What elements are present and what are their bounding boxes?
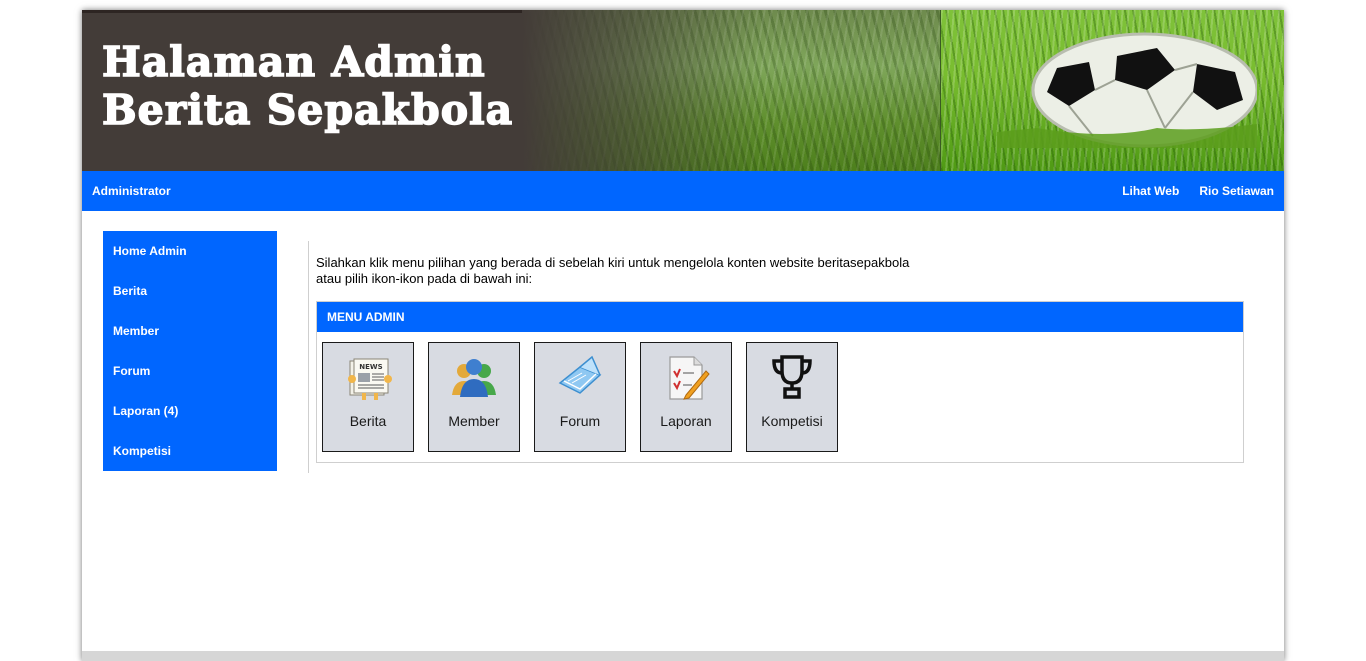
tile-label: Laporan	[660, 413, 712, 429]
sidebar-item-kompetisi[interactable]: Kompetisi	[103, 431, 277, 471]
panel-title: MENU ADMIN	[317, 302, 1243, 332]
soccer-ball-image	[997, 32, 1257, 148]
tile-label: Kompetisi	[761, 413, 823, 429]
sidebar-item-member[interactable]: Member	[103, 311, 277, 351]
main-content: Silahkan klik menu pilihan yang berada d…	[308, 241, 1249, 473]
tile-label: Member	[448, 413, 500, 429]
site-title-line1: Halaman Admin	[101, 37, 486, 87]
trophy-icon	[772, 355, 812, 399]
intro-line-1: Silahkan klik menu pilihan yang berada d…	[316, 255, 910, 270]
tile-member[interactable]: Member	[428, 342, 520, 452]
sidebar-item-berita[interactable]: Berita	[103, 271, 277, 311]
admin-menu-panel: MENU ADMIN NEWS Berita Member Forum Lapo…	[316, 301, 1244, 463]
site-title: Halaman Admin Berita Sepakbola	[101, 37, 514, 135]
menu-tiles: NEWS Berita Member Forum Laporan Kompeti…	[322, 342, 838, 452]
header-banner: Halaman Admin Berita Sepakbola	[82, 10, 1284, 171]
tile-label: Forum	[559, 413, 601, 429]
tile-laporan[interactable]: Laporan	[640, 342, 732, 452]
tile-forum[interactable]: Forum	[534, 342, 626, 452]
intro-line-2: atau pilih ikon-ikon pada di bawah ini:	[316, 271, 533, 286]
user-name-link[interactable]: Rio Setiawan	[1199, 171, 1274, 211]
newspaper-icon: NEWS	[348, 358, 392, 400]
site-title-line2: Berita Sepakbola	[101, 85, 514, 135]
tile-label: Berita	[349, 413, 387, 429]
sidebar-item-forum[interactable]: Forum	[103, 351, 277, 391]
banner-fade	[522, 10, 762, 171]
sidebar-item-home-admin[interactable]: Home Admin	[103, 231, 277, 271]
sidebar-menu: Home Admin Berita Member Forum Laporan (…	[103, 231, 277, 471]
tile-kompetisi[interactable]: Kompetisi	[746, 342, 838, 452]
navbar-brand[interactable]: Administrator	[92, 171, 171, 211]
book-icon	[558, 355, 602, 394]
svg-text:NEWS: NEWS	[359, 363, 382, 371]
footer-strip	[82, 651, 1284, 661]
admin-page: Halaman Admin Berita Sepakbola Administr…	[82, 10, 1284, 661]
view-site-link[interactable]: Lihat Web	[1122, 171, 1179, 211]
top-navbar: Administrator Lihat Web Rio Setiawan	[82, 171, 1284, 211]
sidebar-item-laporan[interactable]: Laporan (4)	[103, 391, 277, 431]
intro-text: Silahkan klik menu pilihan yang berada d…	[316, 255, 909, 287]
report-icon	[669, 356, 710, 400]
navbar-links: Lihat Web Rio Setiawan	[1122, 171, 1274, 211]
tile-berita[interactable]: NEWS Berita	[322, 342, 414, 452]
users-icon	[452, 359, 496, 397]
